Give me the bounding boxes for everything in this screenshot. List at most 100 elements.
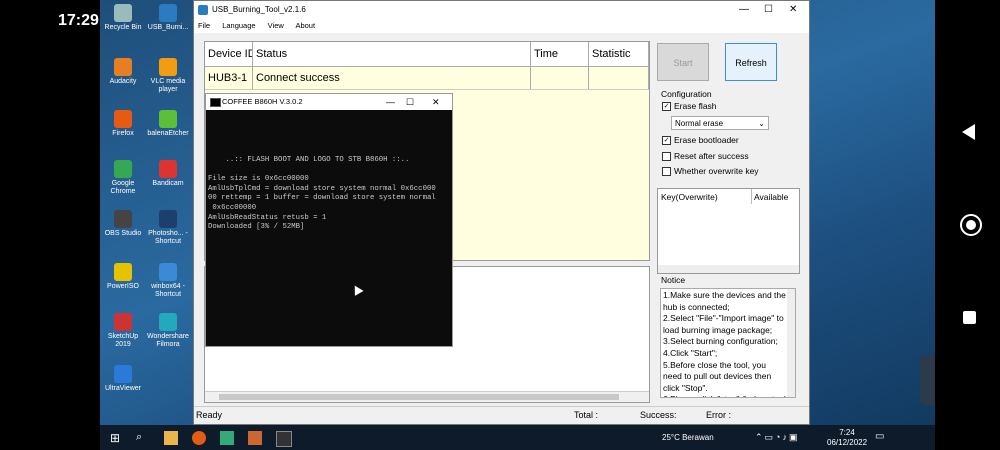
table-row[interactable]: HUB3-1 Connect success bbox=[205, 67, 649, 90]
desktop-icon-label: Firefox bbox=[112, 130, 134, 137]
erase-mode-select[interactable]: Normal erase ⌄ bbox=[671, 116, 769, 130]
desktop-icon[interactable]: Firefox bbox=[100, 110, 146, 138]
log-horizontal-scrollbar[interactable] bbox=[205, 391, 649, 402]
console-app-icon bbox=[210, 98, 221, 107]
notice-scrollbar[interactable] bbox=[787, 289, 795, 397]
col-status[interactable]: Status bbox=[253, 42, 531, 66]
status-error: Error : bbox=[706, 410, 732, 420]
desktop-icon-label: Audacity bbox=[109, 78, 137, 85]
col-device-id[interactable]: Device ID bbox=[205, 42, 253, 66]
desktop-icon[interactable]: OBS Studio bbox=[100, 210, 146, 238]
app-icon bbox=[198, 5, 208, 15]
home-icon[interactable] bbox=[960, 214, 982, 236]
desktop-icon-label: USB_Burni... bbox=[147, 24, 189, 31]
recent-apps-icon[interactable] bbox=[963, 311, 976, 324]
configuration-label: Configuration bbox=[661, 89, 712, 99]
app-icon bbox=[114, 4, 132, 22]
desktop-icon-label: Recycle Bin bbox=[104, 24, 142, 31]
app-icon bbox=[159, 110, 177, 128]
desktop-icon[interactable]: Wondershare Filmora bbox=[145, 313, 191, 349]
erase-bootloader-label: Erase bootloader bbox=[674, 135, 739, 145]
windows-start-icon[interactable]: ⊞ bbox=[110, 431, 124, 445]
configuration-group: Configuration ✓ Erase flash Normal erase ⌄… bbox=[657, 89, 798, 181]
menu-language[interactable]: Language bbox=[222, 21, 255, 30]
desktop-icon[interactable]: Recycle Bin bbox=[100, 4, 146, 32]
desktop-icon-label: Wondershare Filmora bbox=[147, 333, 189, 348]
taskbar-time: 7:24 bbox=[839, 428, 855, 437]
overwrite-key-label: Whether overwrite key bbox=[674, 166, 759, 176]
col-key-overwrite[interactable]: Key(Overwrite) bbox=[661, 192, 718, 202]
desktop-icon-label: balenaEtcher bbox=[147, 130, 189, 137]
status-bar: Ready Total : Success: Error : bbox=[194, 406, 809, 423]
back-icon[interactable] bbox=[962, 124, 975, 140]
close-button[interactable]: ✕ bbox=[789, 1, 797, 19]
app-icon bbox=[159, 313, 177, 331]
desktop-icon[interactable]: USB_Burni... bbox=[145, 4, 191, 32]
weather-widget[interactable]: 25°C Berawan bbox=[662, 433, 714, 442]
desktop-icon[interactable]: Google Chrome bbox=[100, 160, 146, 196]
chevron-down-icon: ⌄ bbox=[758, 119, 765, 128]
app-icon bbox=[159, 160, 177, 178]
app-taskbar-icon[interactable] bbox=[248, 431, 262, 445]
status-success: Success: bbox=[640, 410, 677, 420]
menu-view[interactable]: View bbox=[268, 21, 284, 30]
erase-flash-checkbox[interactable]: ✓ Erase flash bbox=[662, 101, 717, 112]
desktop-icon[interactable]: UltraViewer bbox=[100, 365, 146, 393]
desk-phone-wallpaper-art bbox=[920, 355, 935, 405]
col-time[interactable]: Time bbox=[531, 42, 589, 66]
notice-label: Notice bbox=[661, 275, 686, 285]
console-title: COFFEE B860H V.3.0.2 bbox=[222, 97, 303, 106]
app-icon bbox=[114, 58, 132, 76]
notification-icon[interactable]: ▭ bbox=[875, 431, 889, 445]
desktop-icon[interactable]: VLC media player bbox=[145, 58, 191, 94]
console-titlebar[interactable]: COFFEE B860H V.3.0.2 — ☐ ✕ bbox=[206, 94, 452, 110]
desktop-icon[interactable]: Audacity bbox=[100, 58, 146, 86]
notice-body: 1.Make sure the devices and the hub is c… bbox=[663, 290, 786, 397]
col-statistic[interactable]: Statistic bbox=[589, 42, 649, 66]
app-icon bbox=[114, 365, 132, 383]
menu-file[interactable]: File bbox=[198, 21, 210, 30]
desktop-icon[interactable]: SketchUp 2019 bbox=[100, 313, 146, 349]
desktop-icon[interactable]: Photosho... - Shortcut bbox=[145, 210, 191, 246]
desktop-icon-label: Bandicam bbox=[152, 180, 184, 187]
desktop-icon-label: winbox64 - Shortcut bbox=[151, 283, 185, 298]
col-available[interactable]: Available bbox=[754, 192, 788, 202]
status-total: Total : bbox=[574, 410, 599, 420]
key-table-scrollbar[interactable] bbox=[658, 265, 799, 273]
app-icon bbox=[159, 210, 177, 228]
taskbar-date: 06/12/2022 bbox=[827, 438, 868, 447]
overwrite-key-checkbox[interactable]: Whether overwrite key bbox=[662, 166, 759, 177]
system-tray-icons[interactable]: ⌃▭◔♪▣ bbox=[755, 432, 799, 443]
console-close-button[interactable]: ✕ bbox=[432, 94, 440, 110]
erase-mode-value: Normal erase bbox=[675, 119, 724, 128]
app-icon bbox=[114, 160, 132, 178]
desktop-icon[interactable]: Bandicam bbox=[145, 160, 191, 188]
desktop-icon-label: UltraViewer bbox=[104, 385, 142, 392]
console-output: ..:: FLASH BOOT AND LOGO TO STB B860H ::… bbox=[208, 156, 436, 232]
start-button[interactable]: Start bbox=[657, 43, 709, 81]
reset-after-success-checkbox[interactable]: Reset after success bbox=[662, 151, 749, 162]
checkbox-checked-icon: ✓ bbox=[662, 136, 671, 146]
refresh-button[interactable]: Refresh bbox=[725, 43, 777, 81]
console-taskbar-icon[interactable] bbox=[276, 431, 292, 447]
maximize-button[interactable]: ☐ bbox=[764, 1, 773, 19]
minimize-button[interactable]: — bbox=[739, 1, 749, 19]
desktop-icon-label: SketchUp 2019 bbox=[107, 333, 139, 348]
checkbox-unchecked-icon bbox=[662, 167, 671, 177]
desktop-icon[interactable]: PowerISO bbox=[100, 263, 146, 291]
file-explorer-icon[interactable] bbox=[164, 431, 178, 445]
desktop-icon[interactable]: winbox64 - Shortcut bbox=[145, 263, 191, 299]
console-minimize-button[interactable]: — bbox=[386, 94, 395, 110]
grid-header: Device ID Status Time Statistic bbox=[205, 42, 649, 67]
usb-tool-taskbar-icon[interactable] bbox=[220, 431, 234, 445]
erase-flash-label: Erase flash bbox=[674, 101, 717, 111]
menu-about[interactable]: About bbox=[295, 21, 315, 30]
window-titlebar[interactable]: USB_Burning_Tool_v2.1.6 — ☐ ✕ bbox=[194, 1, 809, 19]
desktop-icon[interactable]: balenaEtcher bbox=[145, 110, 191, 138]
erase-bootloader-checkbox[interactable]: ✓ Erase bootloader bbox=[662, 135, 739, 146]
console-maximize-button[interactable]: ☐ bbox=[406, 94, 414, 110]
taskbar-clock[interactable]: 7:24 06/12/2022 bbox=[827, 428, 867, 448]
app-icon bbox=[159, 4, 177, 22]
search-icon[interactable]: ⌕ bbox=[136, 431, 150, 445]
firefox-taskbar-icon[interactable] bbox=[192, 431, 206, 445]
